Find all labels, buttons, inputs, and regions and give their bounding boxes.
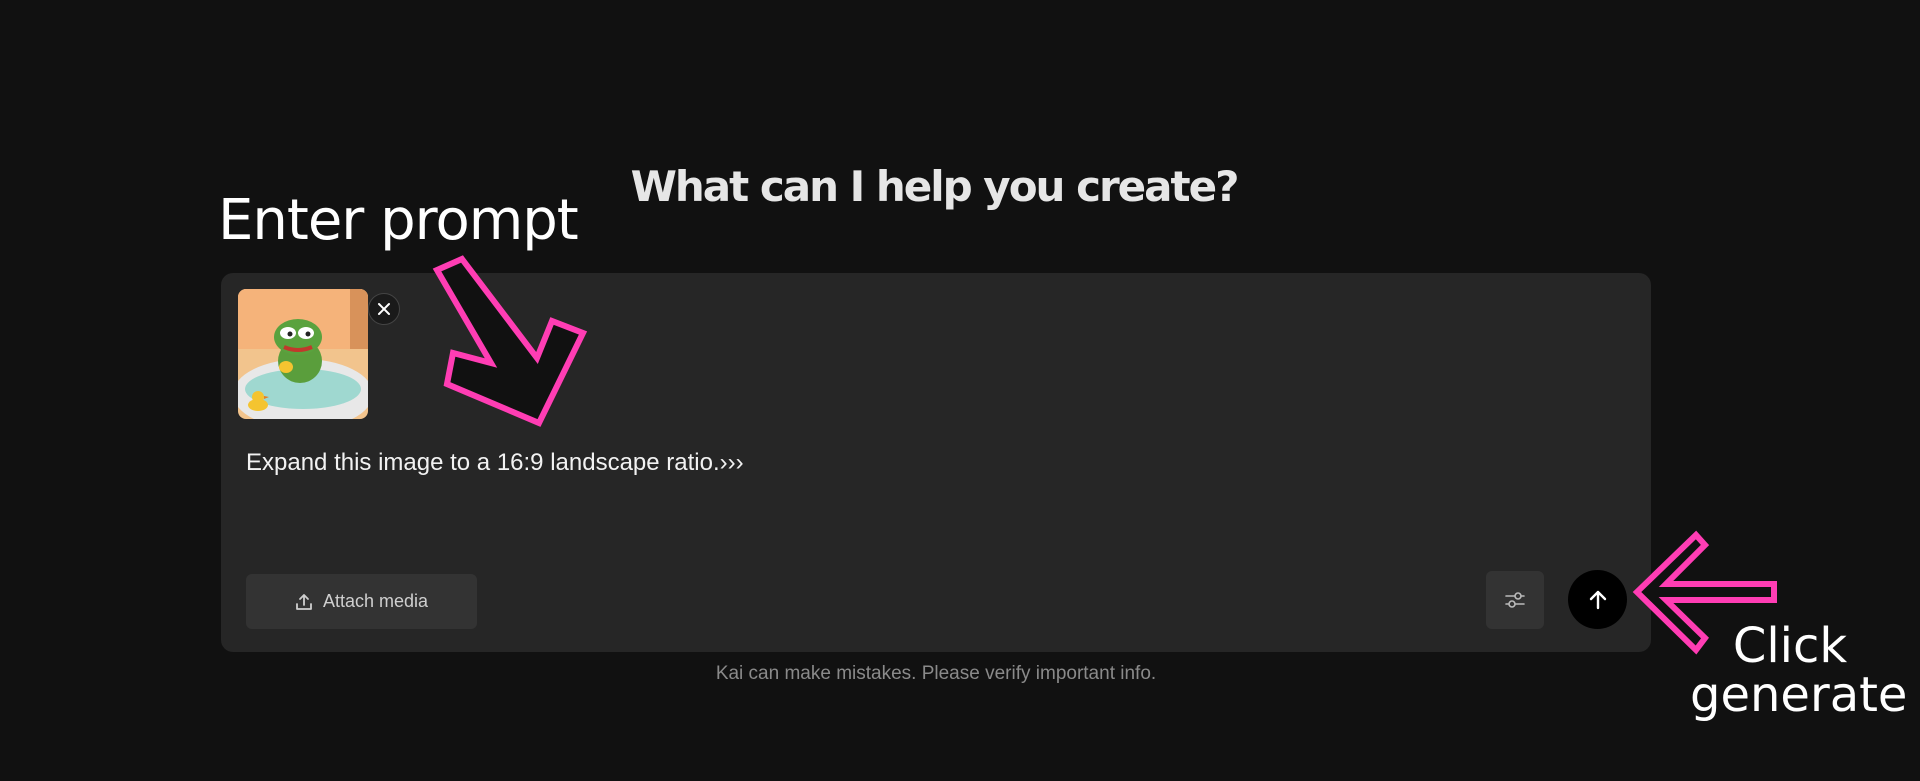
disclaimer-text: Kai can make mistakes. Please verify imp… (715, 663, 1157, 684)
settings-button[interactable] (1486, 571, 1544, 629)
attached-image (238, 289, 368, 419)
annotation-click-generate: Click generate (1690, 618, 1908, 723)
annotation-click-line: Click (1732, 618, 1848, 674)
arrow-up-icon (1589, 590, 1606, 609)
attachment-thumbnail[interactable] (238, 289, 400, 419)
attach-media-button[interactable]: Attach media (246, 574, 477, 629)
upload-icon (296, 593, 312, 610)
generate-button[interactable] (1568, 570, 1627, 629)
annotation-arrow-prompt (432, 255, 588, 427)
prompt-composer: Expand this image to a 16:9 landscape ra… (221, 273, 1651, 652)
annotation-enter-prompt: Enter prompt (218, 188, 579, 253)
annotation-generate-line: generate (1690, 667, 1908, 723)
sliders-icon (1505, 592, 1525, 608)
attach-media-label: Attach media (322, 591, 429, 611)
close-icon (378, 303, 390, 315)
remove-attachment-button[interactable] (368, 293, 400, 325)
prompt-input[interactable]: Expand this image to a 16:9 landscape ra… (246, 449, 744, 477)
